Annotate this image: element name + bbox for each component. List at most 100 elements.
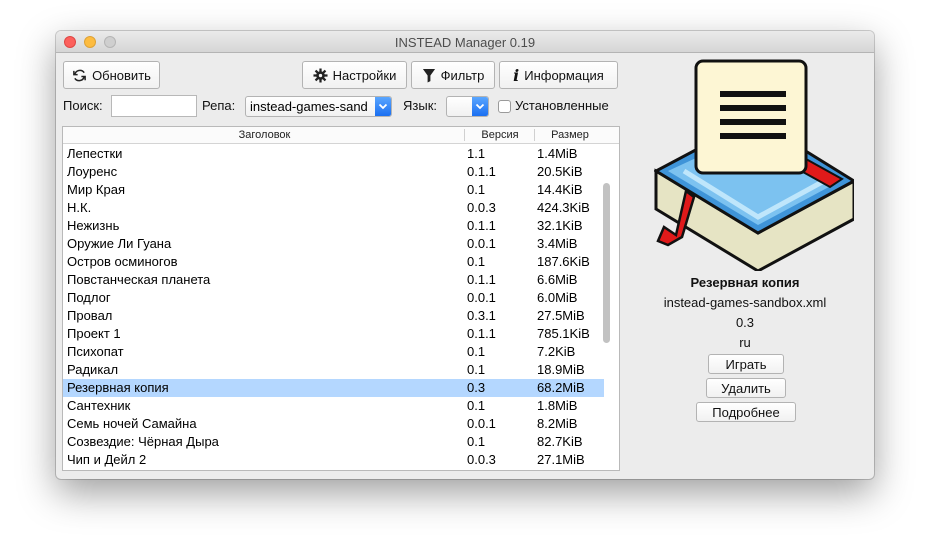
row-size: 8.2MiB xyxy=(537,416,578,431)
row-version: 0.0.1 xyxy=(467,290,496,305)
row-version: 0.0.1 xyxy=(467,236,496,251)
table-row[interactable]: Оружие Ли Гуана 0.0.1 3.4MiB xyxy=(63,235,604,253)
filter-button[interactable]: Фильтр xyxy=(411,61,495,89)
gear-icon xyxy=(313,67,328,83)
table-row[interactable]: Резервная копия 0.3 68.2MiB xyxy=(63,379,604,397)
refresh-button[interactable]: Обновить xyxy=(63,61,160,89)
table-row[interactable]: Проект 1 0.1.1 785.1KiB xyxy=(63,325,604,343)
row-size: 424.3KiB xyxy=(537,200,590,215)
search-input[interactable] xyxy=(111,95,197,117)
row-title: Сантехник xyxy=(67,398,131,413)
delete-button[interactable]: Удалить xyxy=(706,378,786,398)
table-row[interactable]: Повстанческая планета 0.1.1 6.6MiB xyxy=(63,271,604,289)
info-button[interactable]: i Информация xyxy=(499,61,618,89)
row-version: 0.1.1 xyxy=(467,164,496,179)
row-title: Резервная копия xyxy=(67,380,169,395)
details-repo: instead-games-sandbox.xml xyxy=(663,295,827,310)
row-title: Подлог xyxy=(67,290,111,305)
table-row[interactable]: Психопат 0.1 7.2KiB xyxy=(63,343,604,361)
row-size: 187.6KiB xyxy=(537,254,590,269)
window-title: INSTEAD Manager 0.19 xyxy=(394,35,536,50)
table-row[interactable]: Лоуренс 0.1.1 20.5KiB xyxy=(63,163,604,181)
refresh-icon xyxy=(72,68,87,83)
column-header-size[interactable]: Размер xyxy=(535,129,605,141)
row-title: Проект 1 xyxy=(67,326,121,341)
repo-label: Репа: xyxy=(202,98,236,113)
row-title: Радикал xyxy=(67,362,119,377)
table-body: Лепестки 1.1 1.4MiB Лоуренс 0.1.1 20.5KiB Мир … xyxy=(63,145,604,469)
info-label: Информация xyxy=(524,67,604,83)
search-label: Поиск: xyxy=(63,98,103,113)
installed-label: Установленные xyxy=(515,98,609,113)
filter-icon xyxy=(422,68,436,83)
row-title: Созвездие: Чёрная Дыра xyxy=(67,434,219,449)
row-version: 0.1 xyxy=(467,398,486,413)
row-version: 0.3 xyxy=(467,380,486,395)
row-size: 1.8MiB xyxy=(537,398,578,413)
row-size: 6.6MiB xyxy=(537,272,578,287)
row-version: 0.3.1 xyxy=(467,308,496,323)
table-row[interactable]: Нежизнь 0.1.1 32.1KiB xyxy=(63,217,604,235)
table-row[interactable]: Н.К. 0.0.3 424.3KiB xyxy=(63,199,604,217)
table-row[interactable]: Сантехник 0.1 1.8MiB xyxy=(63,397,604,415)
row-size: 785.1KiB xyxy=(537,326,590,341)
row-title: Мир Края xyxy=(67,182,126,197)
row-title: Лепестки xyxy=(67,146,123,161)
table-row[interactable]: Созвездие: Чёрная Дыра 0.1 82.7KiB xyxy=(63,433,604,451)
installed-checkbox[interactable] xyxy=(498,100,511,113)
game-icon-wrap xyxy=(652,59,857,273)
table-row[interactable]: Радикал 0.1 18.9MiB xyxy=(63,361,604,379)
row-version: 0.1 xyxy=(467,362,486,377)
table-row[interactable]: Семь ночей Самайна 0.0.1 8.2MiB xyxy=(63,415,604,433)
row-size: 27.1MiB xyxy=(537,452,585,467)
row-size: 32.1KiB xyxy=(537,218,583,233)
lang-select[interactable] xyxy=(446,96,489,117)
row-size: 3.4MiB xyxy=(537,236,578,251)
row-size: 82.7KiB xyxy=(537,434,583,449)
chevron-down-icon xyxy=(375,97,391,116)
column-header-title[interactable]: Заголовок xyxy=(63,129,466,141)
table-row[interactable]: Подлог 0.0.1 6.0MiB xyxy=(63,289,604,307)
row-size: 18.9MiB xyxy=(537,362,585,377)
row-size: 6.0MiB xyxy=(537,290,578,305)
table-row[interactable]: Лепестки 1.1 1.4MiB xyxy=(63,145,604,163)
row-version: 0.1.1 xyxy=(467,218,496,233)
settings-button[interactable]: Настройки xyxy=(302,61,407,89)
refresh-label: Обновить xyxy=(92,67,151,83)
scrollbar-thumb[interactable] xyxy=(603,183,610,343)
table-row[interactable]: Чип и Дейл 2 0.0.3 27.1MiB xyxy=(63,451,604,469)
row-title: Оружие Ли Гуана xyxy=(67,236,172,251)
row-size: 20.5KiB xyxy=(537,164,583,179)
games-table: Заголовок Версия Размер Лепестки 1.1 1.4Mi… xyxy=(62,126,620,471)
repo-select-value: instead-games-sand xyxy=(250,99,368,114)
lang-label: Язык: xyxy=(403,98,437,113)
details-lang: ru xyxy=(739,335,751,350)
more-button[interactable]: Подробнее xyxy=(696,402,796,422)
row-version: 0.1 xyxy=(467,254,486,269)
row-size: 14.4KiB xyxy=(537,182,583,197)
column-header-version[interactable]: Версия xyxy=(465,129,535,141)
row-version: 0.1 xyxy=(467,344,486,359)
row-title: Остров осминогов xyxy=(67,254,178,269)
title-bar: INSTEAD Manager 0.19 xyxy=(56,31,874,53)
row-title: Нежизнь xyxy=(67,218,120,233)
repo-select[interactable]: instead-games-sand xyxy=(245,96,392,117)
row-title: Н.К. xyxy=(67,200,92,215)
row-title: Повстанческая планета xyxy=(67,272,211,287)
row-version: 0.1 xyxy=(467,434,486,449)
details-version: 0.3 xyxy=(735,315,755,330)
row-title: Лоуренс xyxy=(67,164,118,179)
table-row[interactable]: Провал 0.3.1 27.5MiB xyxy=(63,307,604,325)
table-row[interactable]: Остров осминогов 0.1 187.6KiB xyxy=(63,253,604,271)
play-button[interactable]: Играть xyxy=(708,354,784,374)
details-title: Резервная копия xyxy=(690,275,800,290)
row-version: 0.1 xyxy=(467,182,486,197)
row-version: 0.0.3 xyxy=(467,200,496,215)
settings-label: Настройки xyxy=(332,67,397,83)
row-version: 1.1 xyxy=(467,146,486,161)
row-title: Семь ночей Самайна xyxy=(67,416,197,431)
chevron-down-icon xyxy=(472,97,488,116)
row-title: Провал xyxy=(67,308,113,323)
row-version: 0.0.3 xyxy=(467,452,496,467)
table-row[interactable]: Мир Края 0.1 14.4KiB xyxy=(63,181,604,199)
